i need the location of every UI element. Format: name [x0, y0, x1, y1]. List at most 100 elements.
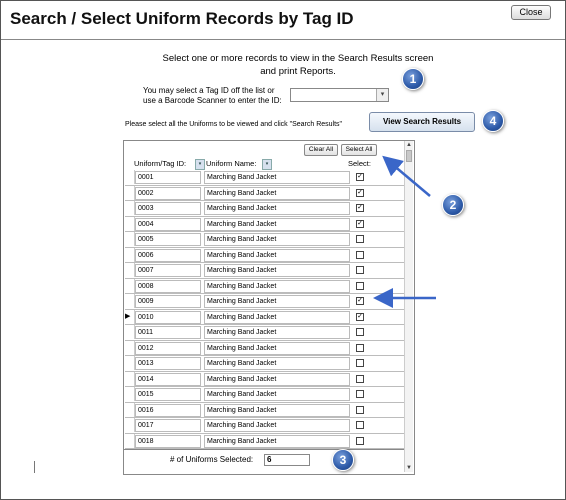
table-row[interactable]: ▶ 0010 Marching Band Jacket ✓ [125, 309, 404, 325]
uniform-tag-id-field[interactable]: 0002 [135, 186, 201, 200]
uniform-tag-id-field[interactable]: 0006 [135, 248, 201, 262]
record-selector[interactable] [125, 201, 135, 215]
record-selector[interactable] [125, 216, 135, 231]
uniform-tag-id-field[interactable]: 0018 [135, 434, 201, 448]
table-row[interactable]: 0002 Marching Band Jacket ✓ [125, 185, 404, 201]
select-checkbox[interactable] [356, 281, 364, 290]
record-selector[interactable] [125, 356, 135, 370]
uniform-tag-id-field[interactable]: 0007 [135, 264, 201, 277]
uniform-name-field[interactable]: Marching Band Jacket [204, 233, 350, 246]
uniform-tag-id-field[interactable]: 0012 [135, 341, 201, 355]
uniform-name-field[interactable]: Marching Band Jacket [204, 326, 350, 339]
table-row[interactable]: 0011 Marching Band Jacket [125, 325, 404, 341]
uniform-name-field[interactable]: Marching Band Jacket [204, 372, 350, 386]
record-selector[interactable] [125, 418, 135, 432]
select-checkbox[interactable] [356, 374, 364, 383]
select-checkbox[interactable] [356, 343, 364, 352]
table-row[interactable]: 0013 Marching Band Jacket [125, 356, 404, 372]
record-pointer-icon[interactable]: ▶ [125, 309, 135, 324]
select-checkbox[interactable] [356, 421, 364, 429]
uniform-name-field[interactable]: Marching Band Jacket [204, 186, 350, 200]
uniform-name-field[interactable]: Marching Band Jacket [204, 248, 350, 262]
record-selector[interactable] [125, 278, 135, 293]
uniform-tag-id-field[interactable]: 0017 [135, 419, 201, 432]
uniform-tag-id-field[interactable]: 0011 [135, 326, 201, 339]
sort-tag-id-icon[interactable]: ▾ [195, 159, 205, 170]
record-selector[interactable] [125, 325, 135, 339]
record-selector[interactable] [125, 263, 135, 277]
record-selector[interactable] [125, 387, 135, 401]
record-selector[interactable] [125, 294, 135, 308]
uniform-name-field[interactable]: Marching Band Jacket [204, 264, 350, 277]
table-row[interactable]: 0012 Marching Band Jacket [125, 340, 404, 356]
uniform-tag-id-field[interactable]: 0010 [135, 310, 201, 324]
uniform-name-field[interactable]: Marching Band Jacket [204, 202, 350, 215]
tag-id-dropdown[interactable]: ▾ [290, 88, 389, 102]
uniform-tag-id-field[interactable]: 0016 [135, 403, 201, 417]
uniform-tag-id-field[interactable]: 0001 [135, 171, 201, 184]
record-selector[interactable] [125, 170, 135, 184]
uniform-name-field[interactable]: Marching Band Jacket [204, 419, 350, 432]
uniform-tag-id-field[interactable]: 0014 [135, 372, 201, 386]
table-row[interactable]: 0015 Marching Band Jacket [125, 387, 404, 403]
select-checkbox[interactable] [356, 250, 364, 259]
uniform-name-field[interactable]: Marching Band Jacket [204, 310, 350, 324]
select-checkbox[interactable]: ✓ [356, 297, 364, 305]
table-row[interactable]: 0003 Marching Band Jacket ✓ [125, 201, 404, 217]
sort-uniform-name-icon[interactable]: ▾ [262, 159, 272, 170]
table-row[interactable]: 0016 Marching Band Jacket [125, 402, 404, 418]
uniform-tag-id-field[interactable]: 0013 [135, 357, 201, 370]
select-checkbox[interactable] [356, 359, 364, 367]
uniform-tag-id-field[interactable]: 0008 [135, 279, 201, 293]
select-checkbox[interactable] [356, 266, 364, 274]
close-button[interactable]: Close [511, 5, 551, 20]
table-row[interactable]: 0014 Marching Band Jacket [125, 371, 404, 387]
uniform-tag-id-field[interactable]: 0005 [135, 233, 201, 246]
scroll-thumb[interactable] [406, 150, 412, 162]
record-selector[interactable] [125, 340, 135, 355]
uniform-tag-id-field[interactable]: 0015 [135, 388, 201, 401]
chevron-down-icon[interactable]: ▾ [376, 89, 388, 101]
uniform-tag-id-field[interactable]: 0003 [135, 202, 201, 215]
select-checkbox[interactable]: ✓ [356, 173, 364, 181]
select-checkbox[interactable] [356, 390, 364, 398]
grid-scrollbar[interactable]: ▲ ▼ [404, 141, 413, 472]
select-checkbox[interactable] [356, 328, 364, 336]
scroll-down-icon[interactable]: ▼ [405, 464, 413, 472]
uniform-name-field[interactable]: Marching Band Jacket [204, 341, 350, 355]
select-checkbox[interactable]: ✓ [356, 188, 364, 197]
uniform-name-field[interactable]: Marching Band Jacket [204, 388, 350, 401]
uniform-name-field[interactable]: Marching Band Jacket [204, 279, 350, 293]
table-row[interactable]: 0001 Marching Band Jacket ✓ [125, 170, 404, 186]
table-row[interactable]: 0006 Marching Band Jacket [125, 247, 404, 263]
uniform-tag-id-field[interactable]: 0004 [135, 217, 201, 231]
record-selector[interactable] [125, 232, 135, 246]
record-selector[interactable] [125, 371, 135, 386]
uniform-name-field[interactable]: Marching Band Jacket [204, 403, 350, 417]
scroll-up-icon[interactable]: ▲ [405, 141, 413, 149]
select-checkbox[interactable] [356, 436, 364, 445]
record-selector[interactable] [125, 433, 135, 448]
clear-all-button[interactable]: Clear All [304, 144, 338, 156]
uniform-name-field[interactable]: Marching Band Jacket [204, 434, 350, 448]
table-row[interactable]: 0008 Marching Band Jacket [125, 278, 404, 294]
table-row[interactable]: 0017 Marching Band Jacket [125, 418, 404, 434]
select-all-button[interactable]: Select All [341, 144, 377, 156]
uniform-name-field[interactable]: Marching Band Jacket [204, 217, 350, 231]
view-search-results-button[interactable]: View Search Results [369, 112, 475, 132]
table-row[interactable]: 0005 Marching Band Jacket [125, 232, 404, 248]
record-selector[interactable] [125, 247, 135, 262]
uniform-name-field[interactable]: Marching Band Jacket [204, 171, 350, 184]
select-checkbox[interactable]: ✓ [356, 204, 364, 212]
select-checkbox[interactable]: ✓ [356, 219, 364, 228]
record-selector[interactable] [125, 185, 135, 200]
table-row[interactable]: 0009 Marching Band Jacket ✓ [125, 294, 404, 310]
uniform-tag-id-field[interactable]: 0009 [135, 295, 201, 308]
select-checkbox[interactable] [356, 235, 364, 243]
uniform-name-field[interactable]: Marching Band Jacket [204, 295, 350, 308]
record-selector[interactable] [125, 402, 135, 417]
table-row[interactable]: 0004 Marching Band Jacket ✓ [125, 216, 404, 232]
table-row[interactable]: 0007 Marching Band Jacket [125, 263, 404, 279]
uniform-name-field[interactable]: Marching Band Jacket [204, 357, 350, 370]
select-checkbox[interactable] [356, 405, 364, 414]
